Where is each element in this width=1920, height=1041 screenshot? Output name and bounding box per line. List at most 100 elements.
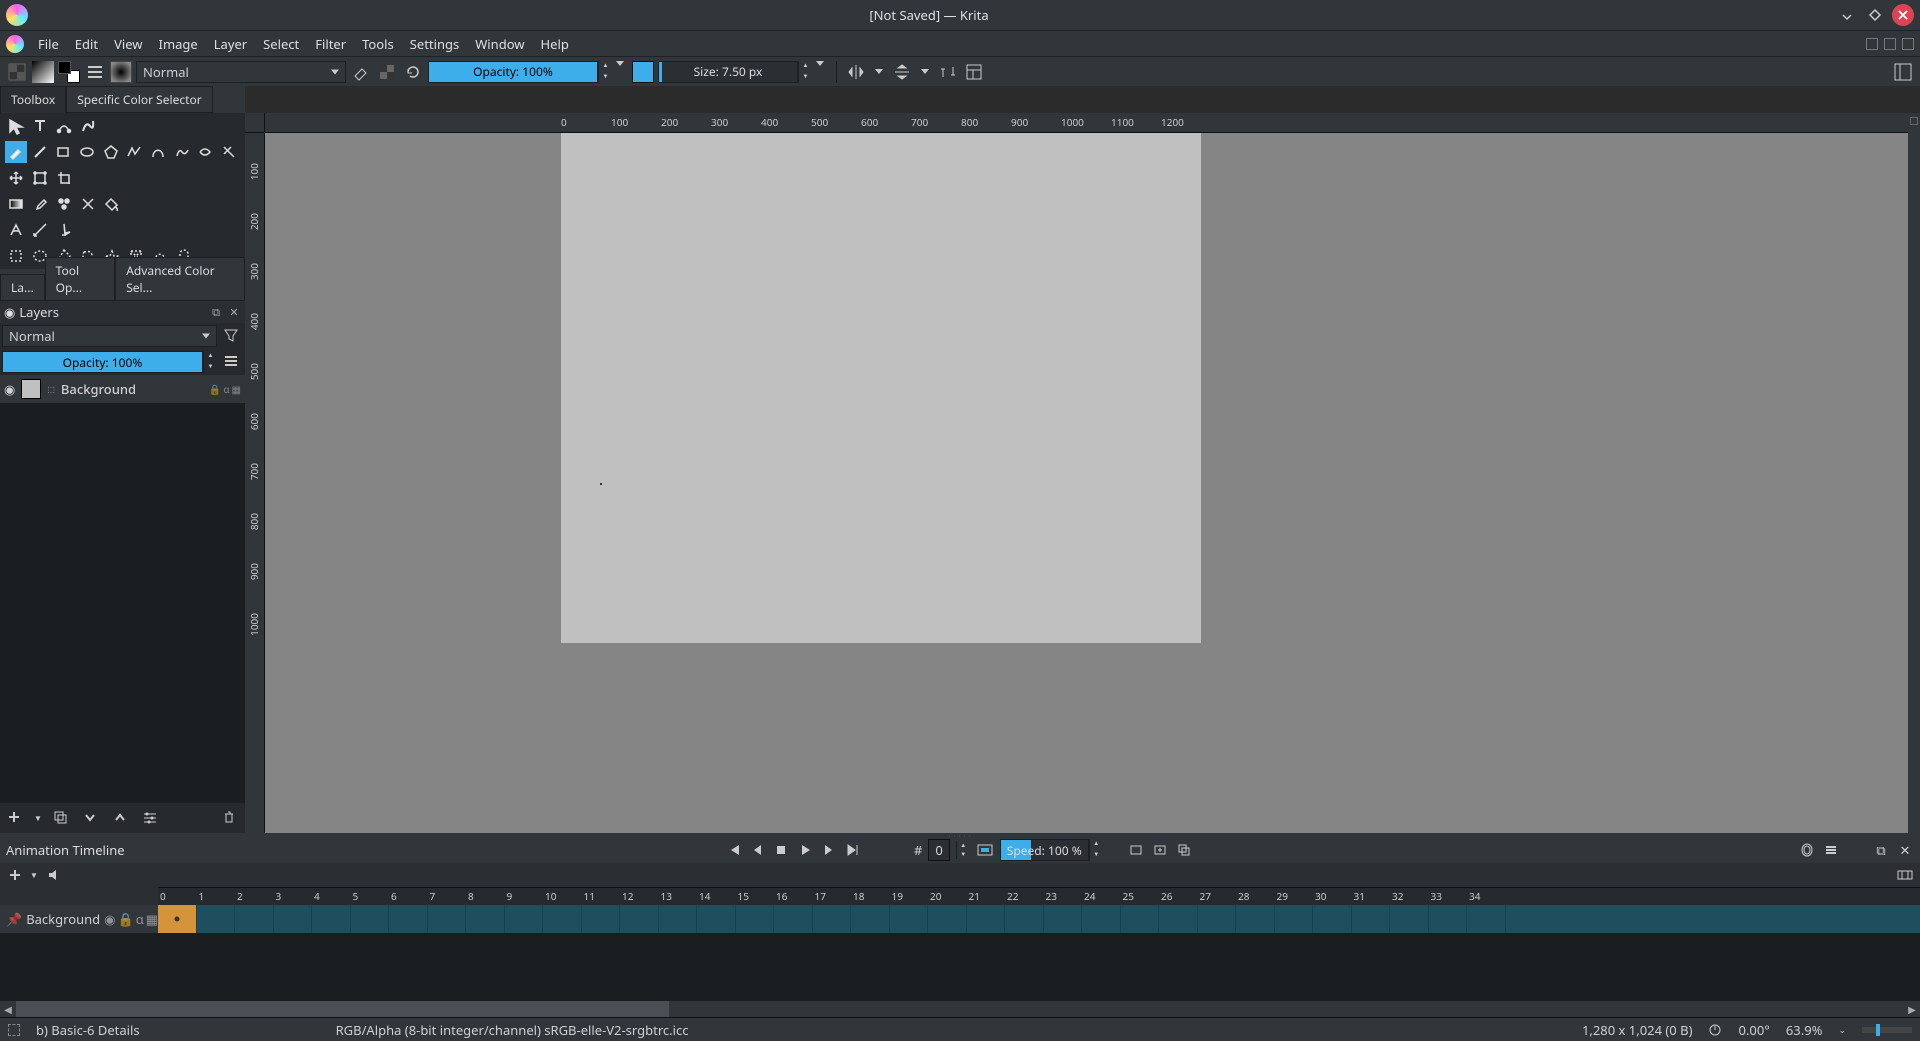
layer-list[interactable]: ◉ ⬚ Background 🔒 α ▦ [0,375,245,803]
timeline-empty-area[interactable] [0,933,1920,1001]
foreground-color-swatch[interactable] [632,61,654,83]
frame-cell[interactable] [235,905,274,933]
eraser-mode-button[interactable] [350,61,372,83]
brush-preview-icon[interactable] [110,61,132,83]
frame-cell[interactable] [543,905,582,933]
freehand-brush-tool[interactable] [5,141,27,163]
menu-filter[interactable]: Filter [307,35,354,53]
pattern-tool[interactable] [53,193,75,215]
freehand-path-tool[interactable] [171,141,193,163]
add-blank-frame-button[interactable] [1151,841,1169,859]
stop-button[interactable] [772,841,790,859]
zoom-label[interactable]: 63.9% [1786,1021,1823,1039]
fg-bg-color-swatch[interactable] [58,61,80,83]
frame-cell[interactable] [736,905,775,933]
close-button[interactable] [1892,4,1914,26]
minimize-button[interactable] [1836,4,1858,26]
menu-edit[interactable]: Edit [67,35,106,53]
frame-cell[interactable] [1082,905,1121,933]
edit-shapes-tool[interactable] [53,115,75,137]
menu-file[interactable]: File [30,35,67,53]
frame-cell[interactable] [1352,905,1391,933]
move-layer-down-button[interactable] [80,807,102,829]
menu-layer[interactable]: Layer [206,35,255,53]
track-onion-icon[interactable]: ▦ [146,910,158,928]
rotation-reset-icon[interactable] [1708,1023,1722,1037]
frame-ruler[interactable]: 0123456789101112131415161718192021222324… [158,887,1920,905]
polyline-tool[interactable] [124,141,146,163]
drop-frames-button[interactable] [976,841,994,859]
ellipse-tool[interactable] [76,141,98,163]
measure-tool[interactable] [29,219,51,241]
brush-presets-icon[interactable] [84,61,106,83]
frame-cell[interactable] [582,905,621,933]
workspace-chooser-button[interactable] [963,61,985,83]
frame-cell[interactable] [967,905,1006,933]
bezier-tool[interactable] [147,141,169,163]
frame-cell[interactable] [697,905,736,933]
add-layer-more-icon[interactable]: ▼ [34,813,42,824]
layer-inherit-icon[interactable]: ▦ [232,382,241,396]
play-button[interactable] [796,841,814,859]
text-tool[interactable] [29,115,51,137]
frame-cell[interactable] [1044,905,1083,933]
frame-cell[interactable] [1467,905,1506,933]
alpha-lock-button[interactable] [376,61,398,83]
frame-cell[interactable] [428,905,467,933]
menu-select[interactable]: Select [255,35,307,53]
last-frame-button[interactable] [844,841,862,859]
frame-cell[interactable] [505,905,544,933]
mdi-close-icon[interactable] [1902,38,1914,50]
layer-alpha-icon[interactable]: α [223,382,229,396]
menu-view[interactable]: View [106,35,150,53]
close-timeline-icon[interactable]: ✕ [1896,841,1914,859]
transform-tool[interactable] [5,115,27,137]
calligraphy-tool[interactable] [77,115,99,137]
frame-cell[interactable] [1159,905,1198,933]
toolbox-tab[interactable]: Toolbox [0,86,66,113]
frame-cell[interactable] [197,905,236,933]
duplicate-frame-button[interactable] [1175,841,1193,859]
assistant-tool[interactable] [5,219,27,241]
mirror-vertical-button[interactable] [891,61,913,83]
specific-color-selector-tab[interactable]: Specific Color Selector [66,86,213,113]
track-lock-icon[interactable]: 🔒 [118,910,134,928]
frame-cell[interactable] [158,905,197,933]
advanced-color-tab[interactable]: Advanced Color Sel... [115,257,245,301]
frame-cell[interactable] [813,905,852,933]
reload-preset-button[interactable] [402,61,424,83]
layer-properties-button[interactable] [140,807,162,829]
scroll-right-icon[interactable]: ▶ [1904,1001,1920,1017]
visibility-icon[interactable]: ◉ [4,380,15,398]
blend-mode-combo[interactable]: Normal [136,61,346,83]
zoom-slider[interactable] [1862,1027,1912,1033]
add-layer-button[interactable] [4,807,26,829]
frame-cell[interactable] [1390,905,1429,933]
frame-cell[interactable] [851,905,890,933]
scroll-thumb[interactable] [16,1001,669,1017]
frame-spin[interactable]: ▲▼ [956,841,970,859]
frame-cell[interactable] [1429,905,1468,933]
frame-cell[interactable] [312,905,351,933]
mirror-h-more-icon[interactable] [875,69,883,74]
right-dock-handle[interactable] [1908,113,1920,833]
track-visible-icon[interactable]: ◉ [104,910,115,928]
mirror-v-more-icon[interactable] [921,69,929,74]
layer-opacity-spin[interactable]: ▲▼ [203,351,217,373]
tool-options-tab[interactable]: Tool Op... [45,257,116,301]
frame-cell[interactable] [466,905,505,933]
move-layer-up-button[interactable] [110,807,132,829]
next-frame-button[interactable] [820,841,838,859]
frame-cell[interactable] [274,905,313,933]
frame-cell[interactable] [620,905,659,933]
frame-cell[interactable] [774,905,813,933]
speed-spin[interactable]: ▲▼ [1089,839,1103,861]
maximize-button[interactable] [1864,4,1886,26]
brush-size-spin[interactable]: ▲▼ [798,61,812,83]
dynamic-brush-tool[interactable] [195,141,217,163]
frame-cell[interactable] [1275,905,1314,933]
track-cells[interactable] [158,905,1920,933]
crop-tool[interactable] [53,167,75,189]
fill-tool[interactable] [101,193,123,215]
reference-tool[interactable] [53,219,75,241]
